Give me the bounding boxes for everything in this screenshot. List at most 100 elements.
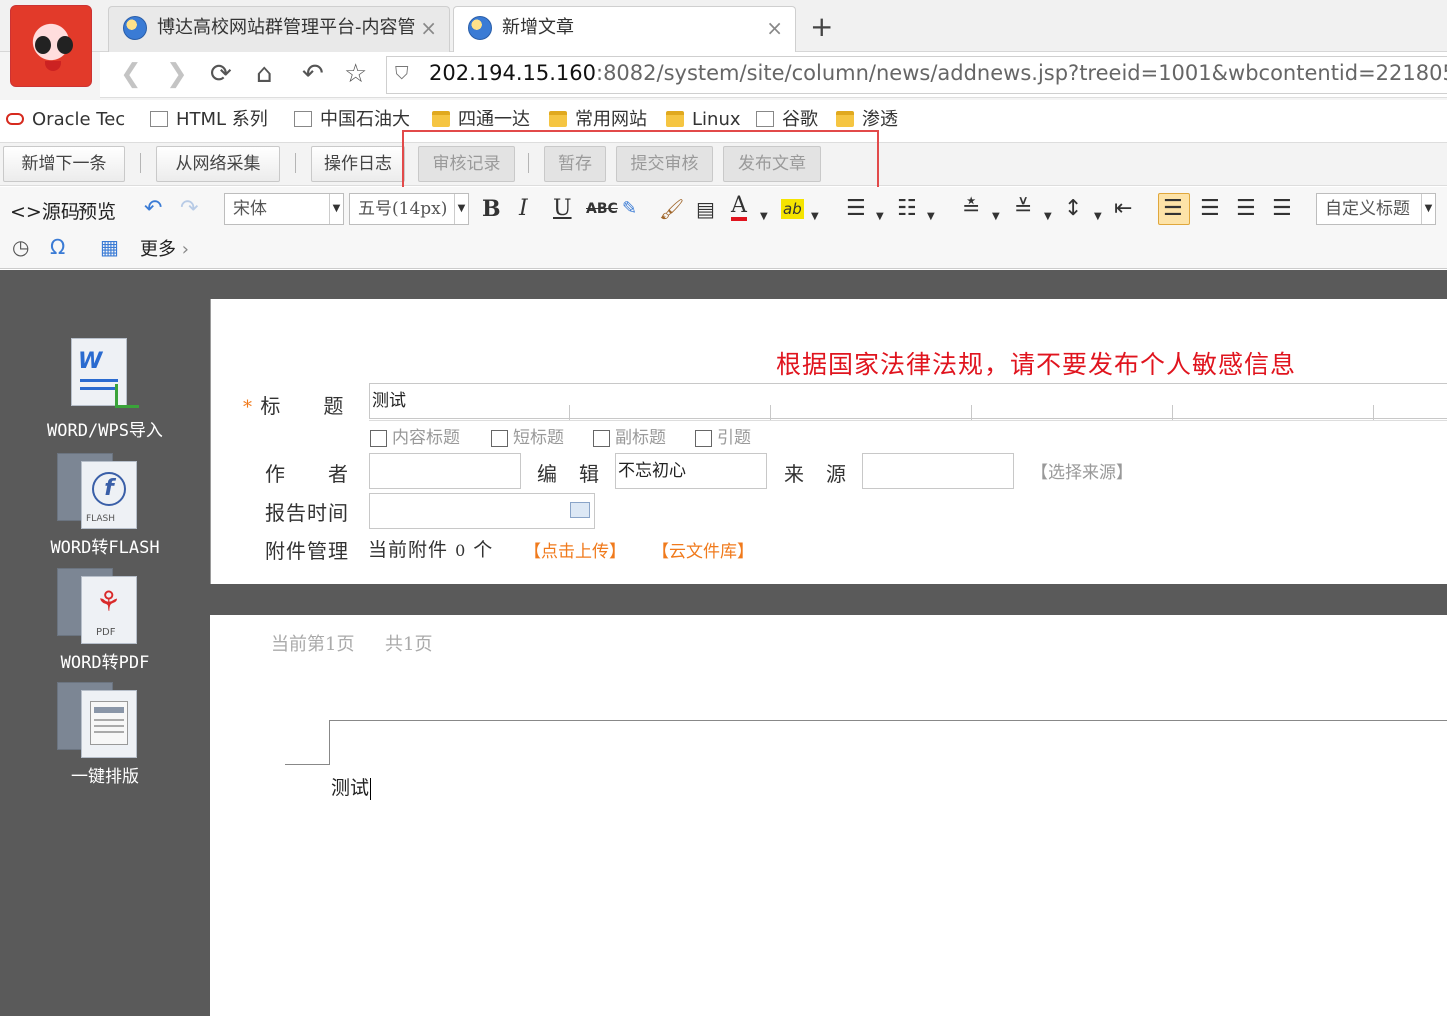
align-center-icon[interactable]: ☰	[1200, 195, 1220, 223]
word-to-flash-button[interactable]: f FLASH WORD转FLASH	[40, 453, 170, 558]
underline-icon[interactable]: U	[553, 195, 572, 223]
chevron-down-icon[interactable]: ▼	[760, 203, 768, 231]
more-button[interactable]: 更多 ›	[140, 235, 189, 261]
reload-icon[interactable]: ⟳	[210, 58, 232, 90]
report-time-label: 报告时间	[265, 501, 349, 525]
operation-log-button[interactable]: 操作日志	[311, 146, 405, 182]
bookmark-html[interactable]: HTML 系列	[150, 108, 272, 132]
redo-icon[interactable]: ↷	[180, 195, 198, 223]
document-canvas[interactable]	[210, 615, 1447, 1016]
tab-title: 新增文章	[502, 17, 574, 38]
bookmark-folder-linux[interactable]: Linux	[666, 108, 741, 132]
toolbar-separator	[140, 153, 141, 173]
paragraph-spacing-before-icon[interactable]: ≛	[962, 195, 980, 223]
content-title-checkbox[interactable]: 内容标题	[370, 428, 460, 448]
chevron-down-icon: ▼	[1421, 194, 1435, 224]
address-bar[interactable]: ⛉ 202.194.15.160:8082/system/site/column…	[386, 56, 1447, 94]
paragraph-spacing-after-icon[interactable]: ≚	[1014, 195, 1032, 223]
bold-icon[interactable]: B	[482, 195, 501, 223]
bookmark-upc[interactable]: 中国石油大	[294, 108, 410, 132]
undo-icon[interactable]: ↶	[144, 195, 162, 223]
back-icon[interactable]: ❮	[120, 58, 142, 90]
navigation-bar: ❮ ❯ ⟳ ⌂ ↶ ☆ ⛉ 202.194.15.160:8082/system…	[100, 52, 1447, 98]
word-to-pdf-button[interactable]: ⚘ PDF WORD转PDF	[40, 568, 170, 673]
heading-select[interactable]: 自定义标题 ▼	[1316, 193, 1436, 225]
author-input[interactable]	[369, 453, 521, 489]
select-source-link[interactable]: 【选择来源】	[1031, 458, 1133, 483]
align-right-icon[interactable]: ☰	[1236, 195, 1256, 223]
close-icon[interactable]: ×	[420, 7, 437, 49]
short-title-checkbox[interactable]: 短标题	[491, 428, 564, 448]
word-wps-import-button[interactable]: W WORD/WPS导入	[40, 336, 170, 441]
add-next-button[interactable]: 新增下一条	[3, 146, 125, 182]
profile-avatar[interactable]	[10, 5, 92, 87]
chevron-down-icon[interactable]: ▼	[876, 203, 884, 231]
subtitle-checkbox[interactable]: 副标题	[593, 428, 666, 448]
cloud-library-link[interactable]: 【云文件库】	[652, 537, 754, 562]
format-painter-icon[interactable]: 🖌	[659, 195, 684, 223]
indent-icon[interactable]: ⇤	[1114, 195, 1132, 223]
tab-title: 博达高校网站群管理平台-内容管	[157, 17, 416, 38]
bookmark-folder-pentest[interactable]: 渗透	[836, 108, 898, 132]
ordered-list-icon[interactable]: ☰	[846, 195, 866, 223]
bookmark-oracle[interactable]: Oracle Tec	[6, 108, 130, 132]
layout-icon	[57, 682, 143, 758]
bookmark-google[interactable]: 谷歌	[756, 108, 818, 132]
globe-icon	[123, 16, 147, 40]
chevron-down-icon[interactable]: ▼	[811, 203, 819, 231]
strikethrough-icon[interactable]: ABC	[586, 195, 618, 223]
web-collect-button[interactable]: 从网络采集	[156, 146, 280, 182]
home-icon[interactable]: ⌂	[256, 58, 273, 90]
bookmark-folder-express[interactable]: 四通一达	[432, 108, 530, 132]
special-char-icon[interactable]: Ω	[50, 233, 65, 261]
checkbox-box	[370, 430, 387, 447]
bookmark-folder-common[interactable]: 常用网站	[549, 108, 647, 132]
source-input[interactable]	[862, 453, 1014, 489]
undo-close-icon[interactable]: ↶	[302, 58, 324, 90]
chevron-down-icon[interactable]: ▼	[1094, 203, 1102, 231]
folder-icon	[836, 111, 854, 127]
new-tab-button[interactable]: +	[810, 10, 833, 43]
table-icon[interactable]: ▦	[100, 233, 119, 261]
report-time-input[interactable]	[369, 493, 595, 529]
one-click-layout-button[interactable]: 一键排版	[40, 682, 170, 787]
tab-new-article[interactable]: 新增文章 ×	[453, 6, 796, 53]
font-color-icon[interactable]: A	[731, 195, 747, 221]
page-icon	[756, 111, 774, 127]
chevron-down-icon[interactable]: ▼	[927, 203, 935, 231]
globe-icon	[468, 16, 492, 40]
align-left-button[interactable]: ☰	[1158, 193, 1190, 225]
word-import-icon: W	[67, 336, 143, 412]
preview-button[interactable]: 预览	[78, 197, 116, 224]
highlight-color-icon[interactable]: ab	[781, 199, 804, 219]
required-mark: *	[243, 397, 253, 418]
lead-title-checkbox[interactable]: 引题	[695, 428, 751, 448]
folder-icon	[432, 111, 450, 127]
font-size-select[interactable]: 五号(14px) ▼	[349, 193, 469, 225]
forward-icon[interactable]: ❯	[166, 58, 188, 90]
privacy-notice: 根据国家法律法规，请不要发布个人敏感信息	[776, 350, 1297, 379]
clock-icon[interactable]: ◷	[12, 233, 29, 261]
upload-link[interactable]: 【点击上传】	[524, 537, 626, 562]
chevron-down-icon[interactable]: ▼	[992, 203, 1000, 231]
shield-icon: ⛉	[395, 63, 409, 84]
source-button[interactable]: <>源码	[10, 197, 80, 224]
editor-input[interactable]: 不忘初心	[615, 453, 767, 489]
chevron-down-icon[interactable]: ▼	[1044, 203, 1052, 231]
paste-text-icon[interactable]: ▤	[696, 195, 715, 223]
document-body-text[interactable]: 测试	[331, 773, 372, 800]
calendar-icon[interactable]	[570, 502, 590, 518]
checkbox-box	[491, 430, 508, 447]
page-margin-corner	[329, 720, 330, 765]
font-family-select[interactable]: 宋体 ▼	[224, 193, 344, 225]
align-justify-icon[interactable]: ☰	[1272, 195, 1292, 223]
page-icon	[294, 111, 312, 127]
close-icon[interactable]: ×	[766, 7, 783, 49]
tab-cms-platform[interactable]: 博达高校网站群管理平台-内容管 ×	[108, 6, 450, 52]
unordered-list-icon[interactable]: ☷	[897, 195, 917, 223]
line-height-icon[interactable]: ↕	[1064, 195, 1082, 223]
italic-icon[interactable]: I	[519, 195, 528, 223]
favorite-star-icon[interactable]: ☆	[344, 58, 367, 90]
page-margin-left	[285, 764, 330, 765]
clear-format-icon[interactable]: ✎	[622, 195, 637, 223]
